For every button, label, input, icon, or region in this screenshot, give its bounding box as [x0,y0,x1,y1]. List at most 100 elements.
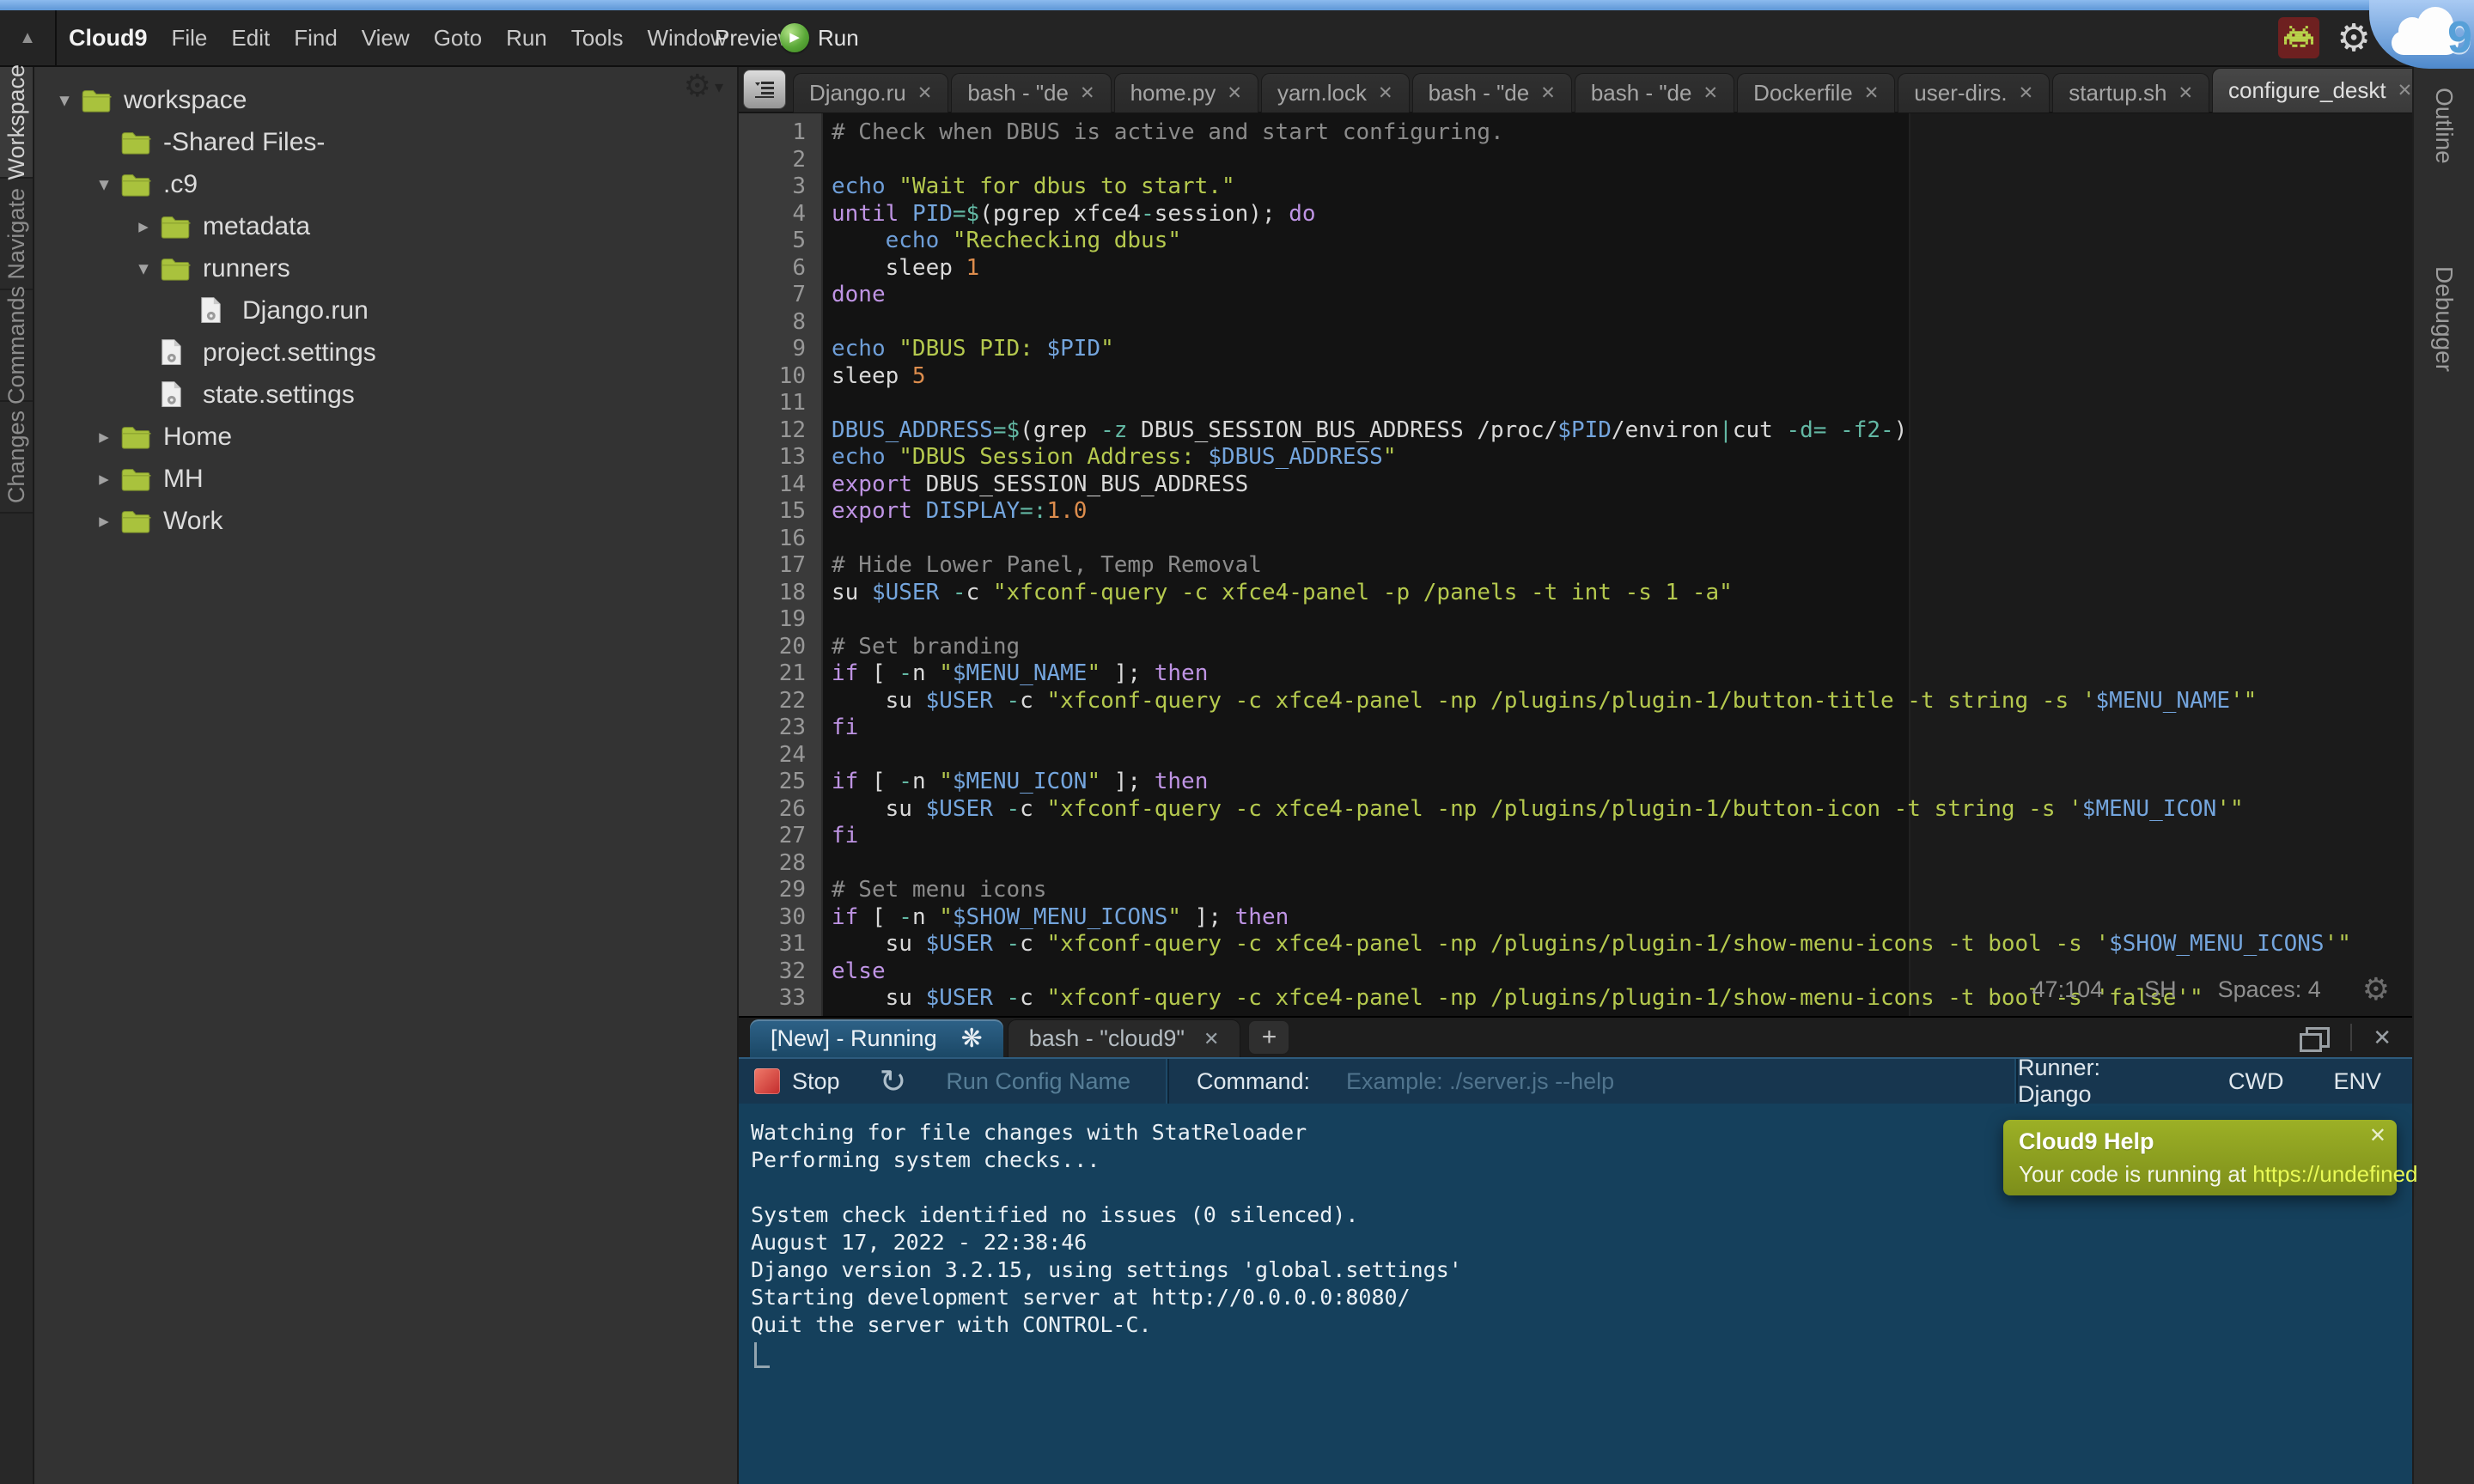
menu-goto[interactable]: Goto [434,25,482,52]
right-rail-tab-outline[interactable]: Outline [2430,88,2458,164]
tab-close-icon[interactable]: ✕ [2178,82,2193,104]
code-line: 31 su $USER -c "xfconf-query -c xfce4-pa… [739,931,2412,958]
tree-item-metadata[interactable]: ▸metadata [34,205,737,247]
command-input[interactable]: Example: ./server.js --help [1346,1068,1614,1095]
editor-tab-home-py[interactable]: home.py✕ [1114,73,1258,113]
code-text: fi [832,715,858,742]
caret-right-icon[interactable]: ▸ [127,215,160,238]
editor-prefs-gear-icon[interactable]: ⚙ [2362,972,2390,1007]
run-config-name-input[interactable]: Run Config Name [946,1068,1130,1095]
editor-tab-bash-de[interactable]: bash - "de✕ [1412,73,1572,113]
indent-setting[interactable]: Spaces: 4 [2218,976,2321,1003]
console-tab-bash-cloud9[interactable]: bash - "cloud9"✕ [1008,1019,1241,1057]
tab-close-icon[interactable]: ✕ [2019,82,2034,104]
code-line: 27fi [739,823,2412,850]
caret-down-icon[interactable]: ▾ [48,88,81,112]
tree-item-work[interactable]: ▸Work [34,500,737,542]
code-text: until PID=$(pgrep xfce4-session); do [832,201,1316,228]
maximize-icon[interactable] [2306,1027,2330,1048]
editor-tab-bash-de[interactable]: bash - "de✕ [1575,73,1734,113]
debug-bug-button[interactable] [2278,17,2319,58]
code-line: 9echo "DBUS PID: $PID" [739,336,2412,363]
right-rail-tab-debugger[interactable]: Debugger [2430,266,2458,372]
cwd-button[interactable]: CWD [2228,1068,2283,1095]
terminal-cursor [754,1342,770,1368]
tab-close-icon[interactable]: ✕ [2398,80,2413,101]
rail-tab-changes[interactable]: Changes [0,402,33,514]
tab-close-icon[interactable]: ✕ [1203,1028,1219,1050]
tree-item-home[interactable]: ▸Home [34,416,737,458]
caret-right-icon[interactable]: ▸ [88,509,120,532]
line-number: 1 [739,119,806,147]
caret-right-icon[interactable]: ▸ [88,467,120,490]
runner-selector[interactable]: Runner: Django [2018,1055,2178,1108]
tree-item-c9[interactable]: ▾.c9 [34,163,737,205]
code-text: su $USER -c "xfconf-query -c xfce4-panel… [832,796,2244,824]
cloud9-logo[interactable]: 9 [2392,14,2469,57]
caret-right-icon[interactable]: ▸ [88,425,120,448]
code-line: 18su $USER -c "xfconf-query -c xfce4-pan… [739,580,2412,607]
caret-down-icon[interactable]: ▾ [88,173,120,196]
editor-tab-configure-deskt[interactable]: configure_deskt✕ [2212,68,2428,113]
stop-icon[interactable] [754,1068,780,1094]
tree-item-workspace[interactable]: ▾workspace [34,79,737,121]
tree-item-label: state.settings [203,380,355,410]
rail-tab-workspace[interactable]: Workspace [0,67,33,179]
close-icon[interactable]: ✕ [2373,1025,2392,1051]
editor-tab-yarn-lock[interactable]: yarn.lock✕ [1261,73,1410,113]
tree-item-mh[interactable]: ▸MH [34,458,737,500]
tree-item-django-run[interactable]: Django.run [34,289,737,331]
tab-close-icon[interactable]: ✕ [917,82,933,104]
running-url-link[interactable]: https://undefined [2252,1161,2417,1187]
menu-view[interactable]: View [362,25,410,52]
menu-file[interactable]: File [172,25,208,52]
tab-close-icon[interactable]: ✕ [1378,82,1393,104]
env-button[interactable]: ENV [2333,1068,2381,1095]
tab-close-icon[interactable]: ✕ [1227,82,1242,104]
collapse-panel-button[interactable]: ▲ [0,10,57,65]
cursor-position[interactable]: 47:104 [2032,976,2104,1003]
run-button[interactable]: ▶ Run [780,10,859,65]
tab-list-menu-button[interactable] [743,70,786,109]
tab-close-icon[interactable]: ✕ [1703,82,1718,104]
menu-run[interactable]: Run [506,25,547,52]
console-tabs: [New] - Running❋bash - "cloud9"✕ [739,1018,1245,1057]
tab-close-icon[interactable]: ✕ [1864,82,1880,104]
menu-tools[interactable]: Tools [571,25,624,52]
menu-find[interactable]: Find [294,25,338,52]
console-tab-new-running[interactable]: [New] - Running❋ [750,1019,1003,1057]
code-text: su $USER -c "xfconf-query -c xfce4-panel… [832,580,1733,607]
code-line: 26 su $USER -c "xfconf-query -c xfce4-pa… [739,796,2412,824]
line-number: 19 [739,606,806,634]
tree-item-runners[interactable]: ▾runners [34,247,737,289]
menu-edit[interactable]: Edit [231,25,270,52]
runner-toolbar: Stop ↻ Run Config Name Command: Example:… [739,1057,2412,1104]
code-text: su $USER -c "xfconf-query -c xfce4-panel… [832,688,2257,715]
tab-close-icon[interactable]: ✕ [1080,82,1095,104]
code-editor[interactable]: 1# Check when DBUS is active and start c… [739,113,2412,1016]
help-popup-close-icon[interactable]: ✕ [2369,1123,2386,1148]
folder-icon [81,88,120,113]
cloud9-ide: { "menu": { "items": ["Cloud9", "File", … [0,0,2474,1484]
editor-tab-dockerfile[interactable]: Dockerfile✕ [1737,73,1895,113]
tree-item-project-settings[interactable]: project.settings [34,331,737,374]
editor-tab-bash-de[interactable]: bash - "de✕ [951,73,1111,113]
tree-item-state-settings[interactable]: state.settings [34,374,737,416]
caret-down-icon[interactable]: ▾ [127,257,160,280]
rail-tab-commands[interactable]: Commands [0,290,33,402]
editor-tab-user-dirs[interactable]: user-dirs.✕ [1898,73,2050,113]
syntax-mode[interactable]: SH [2144,976,2177,1003]
plus-icon: + [1262,1023,1277,1052]
tree-item-label: project.settings [203,338,376,368]
code-text: sleep 5 [832,363,926,391]
console-new-tab-button[interactable]: + [1248,1020,1289,1055]
tree-item-shared-files[interactable]: -Shared Files- [34,121,737,163]
stop-label[interactable]: Stop [792,1068,840,1095]
editor-tab-django-ru[interactable]: Django.ru✕ [793,73,948,113]
line-number: 20 [739,634,806,661]
restart-icon[interactable]: ↻ [880,1062,907,1100]
editor-tab-startup-sh[interactable]: startup.sh✕ [2052,73,2209,113]
rail-tab-navigate[interactable]: Navigate [0,179,33,290]
tab-close-icon[interactable]: ✕ [1540,82,1556,104]
menu-cloud9[interactable]: Cloud9 [69,25,148,52]
